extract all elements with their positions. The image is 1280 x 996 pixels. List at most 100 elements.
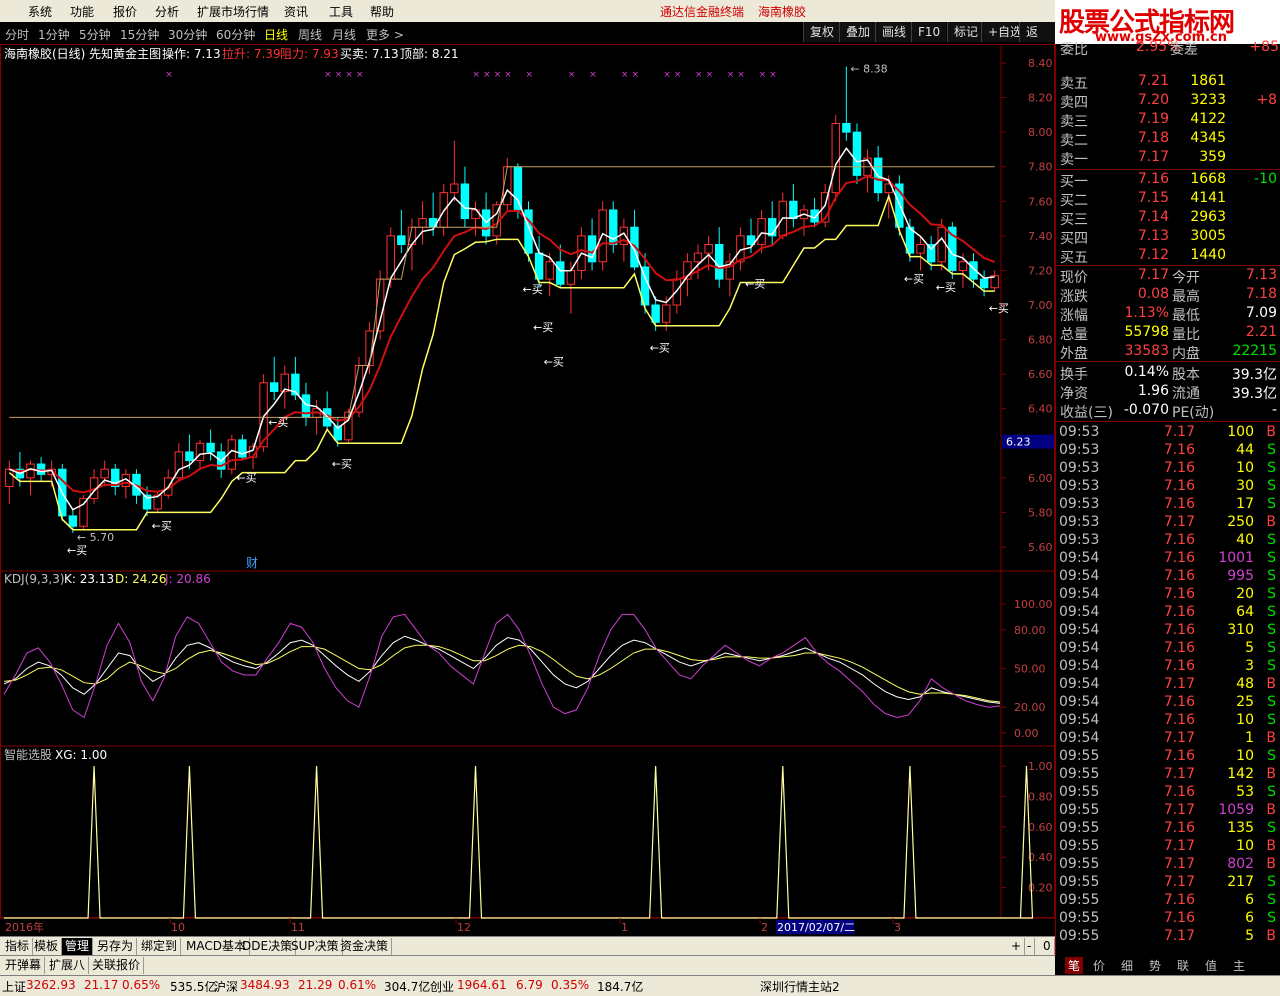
extra-tab[interactable]: 扩展八 (46, 957, 90, 974)
tick-volume: 25 (1236, 694, 1254, 710)
tick-side: S (1267, 568, 1276, 584)
brand-label: 通达信金融终端 (660, 5, 745, 19)
tick-price: 7.16 (1163, 748, 1195, 764)
tick-volume: 30 (1236, 478, 1254, 494)
bid-row: 买五 7.12 1440 (1056, 246, 1280, 266)
wei-cha-value: +85 (1249, 39, 1279, 55)
tick-time: 09:55 (1059, 784, 1100, 800)
toolbar-button[interactable]: 画线 (875, 22, 913, 42)
ask-row: 卖五 7.21 1861 (1056, 72, 1280, 92)
indicator-tab[interactable]: 资金决策 (337, 938, 393, 955)
tick-price: 7.17 (1163, 766, 1195, 782)
bid-price: 7.13 (1137, 228, 1169, 244)
tick-price: 7.16 (1163, 694, 1195, 710)
period-8[interactable]: 月线 (332, 26, 356, 43)
period-9[interactable]: 更多 > (366, 26, 404, 43)
right-tab[interactable]: 细 (1121, 957, 1133, 974)
candle-body (715, 244, 724, 280)
period-6[interactable]: 日线 (264, 26, 288, 43)
menu-item[interactable]: 帮助 (370, 3, 394, 20)
zoom-control[interactable]: - (1024, 938, 1036, 955)
toolbar-button[interactable]: F10 (911, 22, 947, 42)
toolbar-button[interactable]: 标记 (947, 22, 985, 42)
tick-time: 09:55 (1059, 892, 1100, 908)
menu-item[interactable]: 工具 (329, 3, 353, 20)
ask-change: +8 (1256, 92, 1277, 108)
right-tab[interactable]: 势 (1149, 957, 1161, 974)
menu-item[interactable]: 扩展市场行情 (197, 3, 269, 20)
ask-volume: 4345 (1190, 130, 1226, 146)
stat-value: 1.13% (1124, 305, 1169, 321)
zoom-control[interactable]: 0 (1040, 938, 1055, 955)
chart-area[interactable]: 8.40 8.20 8.00 7.80 7.60 7.40 7.20 7.00 6.80 6.60… (0, 44, 1055, 936)
extra-tab[interactable]: 开弹幕 (2, 957, 46, 974)
tick-row: 09:55 7.17 10 B (1056, 837, 1280, 856)
menu-item[interactable]: 报价 (113, 3, 137, 20)
tick-time: 09:53 (1059, 532, 1100, 548)
right-tab[interactable]: 主 (1233, 957, 1245, 974)
indicator-tab[interactable]: 另存为 (94, 938, 138, 955)
period-1[interactable]: 1分钟 (38, 26, 70, 43)
tick-side: S (1267, 874, 1276, 890)
kdj-tick-label: 80.00 (1014, 624, 1046, 637)
bid-label: 买四 (1060, 231, 1088, 247)
right-tab[interactable]: 联 (1177, 957, 1189, 974)
candle-body (958, 261, 968, 271)
finance-marker[interactable]: 财 (246, 556, 258, 570)
xg-tick-label: 1.00 (1028, 760, 1053, 773)
indicator-tab[interactable]: 绑定到 (138, 938, 182, 955)
toolbar-button[interactable]: 叠加 (839, 22, 877, 42)
candle-body (460, 183, 470, 220)
tick-price: 7.17 (1163, 928, 1195, 944)
xg-tick-label: 0.80 (1028, 790, 1053, 803)
y-tick-label: 8.20 (1028, 92, 1053, 105)
menu-item[interactable]: 功能 (70, 3, 94, 20)
period-0[interactable]: 分时 (5, 26, 29, 43)
extra-tab[interactable]: 关联报价 (89, 957, 145, 974)
x-axis-label: 1 (621, 921, 628, 934)
tick-price: 7.16 (1163, 496, 1195, 512)
menu-item[interactable]: 系统 (28, 3, 52, 20)
indicator-tab[interactable]: 模板 (31, 938, 63, 955)
candle-body (662, 304, 671, 323)
period-4[interactable]: 30分钟 (168, 26, 207, 43)
toolbar-button[interactable]: 复权 (803, 22, 841, 42)
status-sh-label: 上证 (2, 980, 27, 994)
menu-item[interactable]: 资讯 (284, 3, 308, 20)
period-5[interactable]: 60分钟 (216, 26, 255, 43)
stat-label: 外盘 (1060, 346, 1088, 362)
period-3[interactable]: 15分钟 (120, 26, 159, 43)
indicator-tab[interactable]: 管理 (62, 938, 94, 955)
tick-volume: 6 (1245, 892, 1254, 908)
ask-label: 卖五 (1060, 76, 1088, 92)
indicator-tabs: 指标 模板 管理 另存为 绑定到 MACD基本 DDE决策 SUP决策 资金决策 + -0 (0, 936, 1055, 957)
candle-body (757, 218, 766, 245)
period-2[interactable]: 5分钟 (79, 26, 111, 43)
buy-marker: ←买 (544, 356, 564, 369)
ask-row: 卖一 7.17 359 (1056, 148, 1280, 168)
indicator-tab[interactable]: SUP决策 (288, 938, 343, 955)
tick-time: 09:54 (1059, 640, 1100, 656)
kdj-d-line (3, 644, 1001, 703)
signal-mark: × (335, 70, 343, 80)
right-tab[interactable]: 值 (1205, 957, 1217, 974)
candle-body (979, 278, 989, 289)
ask-volume: 4122 (1190, 111, 1226, 127)
toolbar-button[interactable]: 返回 (1019, 22, 1055, 59)
stat-value: 0.14% (1124, 364, 1169, 380)
zoom-control[interactable]: + (1008, 938, 1026, 955)
right-tab[interactable]: 价 (1093, 957, 1105, 974)
stat-row: 现价 7.17 今开 7.13 (1056, 266, 1280, 286)
chart-canvas[interactable]: 8.40 8.20 8.00 7.80 7.60 7.40 7.20 7.00 6.80 6.60… (0, 44, 1055, 936)
tick-price: 7.17 (1163, 676, 1195, 692)
bid-label: 买二 (1060, 193, 1088, 209)
stat-value: - (1271, 402, 1277, 418)
indicator-tab[interactable]: 指标 (2, 938, 34, 955)
period-7[interactable]: 周线 (298, 26, 322, 43)
tick-time: 09:55 (1059, 874, 1100, 890)
price-tag: 6.23 (1006, 436, 1031, 449)
tick-row: 09:55 7.16 135 S (1056, 819, 1280, 838)
menu-item[interactable]: 分析 (155, 3, 179, 20)
right-tab[interactable]: 笔 (1065, 957, 1084, 974)
series-line-resistance (9, 166, 995, 418)
